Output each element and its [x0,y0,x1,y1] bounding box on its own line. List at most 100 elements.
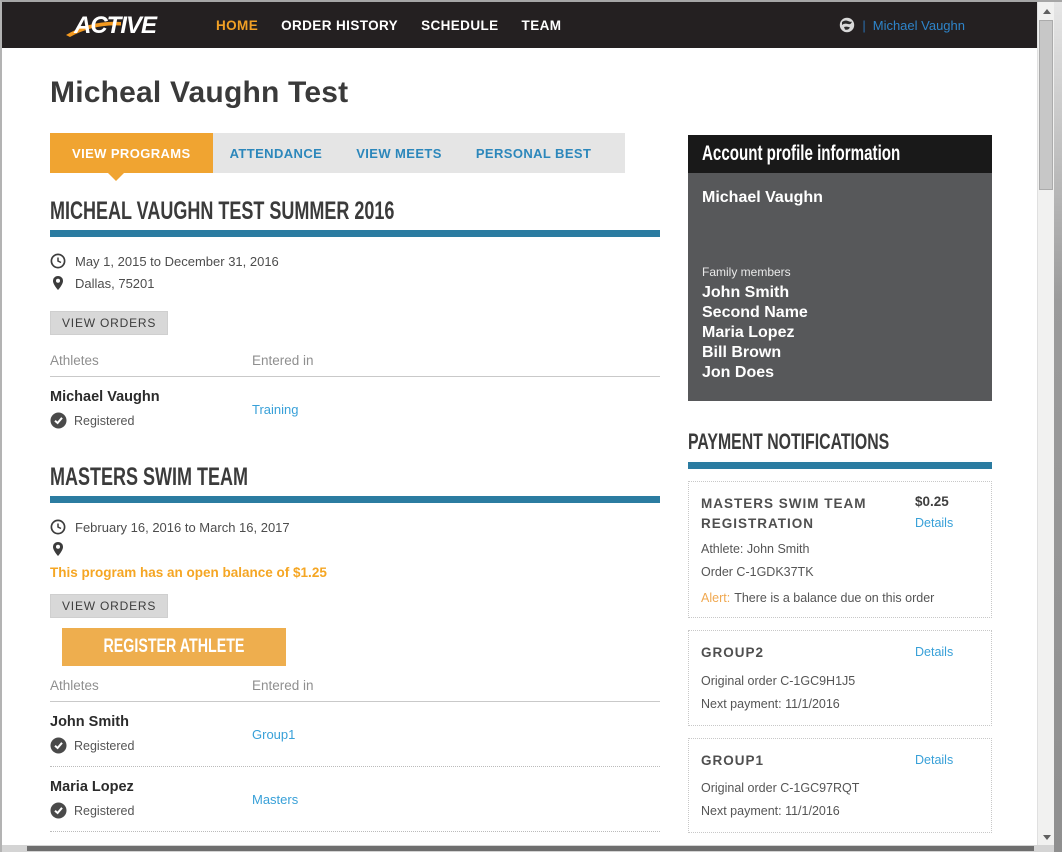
window-right-border [1054,2,1062,852]
payment-card: MASTERS SWIM TEAM REGISTRATION $0.25 Det… [688,481,992,618]
nav-user-area: | Michael Vaughn [839,2,965,48]
athlete-name: John Smith [50,714,252,730]
nav-item-home[interactable]: HOME [216,18,258,33]
payment-card-line: Next payment: 11/1/2016 [701,803,979,820]
nav-item-team[interactable]: TEAM [522,18,562,33]
program-2-divider [50,496,660,503]
program-2-heading: MASTERS SWIM TEAM [50,463,660,492]
active-logo[interactable]: ACTIVE [65,9,190,41]
athlete-status: Registered [74,414,134,428]
payment-card-line: Original order C-1GC97RQT [701,780,979,797]
triangle-up-icon [1043,9,1051,14]
alert-label: Alert: [701,591,730,605]
nav-user-name[interactable]: Michael Vaughn [873,18,965,33]
payment-notifications-heading: PAYMENT NOTIFICATIONS [688,429,992,455]
family-members-label: Family members [702,265,978,279]
scroll-down-button[interactable] [1038,829,1055,846]
program-1-meta: May 1, 2015 to December 31, 2016 Dallas,… [50,251,660,293]
program-2-dates: February 16, 2016 to March 16, 2017 [75,520,290,535]
register-athlete-button[interactable]: REGISTER ATHLETE [62,628,286,666]
program-1-heading: MICHEAL VAUGHN TEST SUMMER 2016 [50,197,660,226]
tab-view-meets[interactable]: VIEW MEETS [339,133,459,173]
page-title: Micheal Vaughn Test [50,76,660,110]
register-athlete-label: REGISTER ATHLETE [103,636,244,658]
clock-icon [50,253,66,269]
program-2-meta: February 16, 2016 to March 16, 2017 [50,517,660,559]
check-circle-icon [50,737,67,754]
athletes-header: Athletes [50,678,252,693]
location-pin-icon [50,275,66,291]
view-orders-button-1[interactable]: VIEW ORDERS [50,311,168,335]
entered-in-link[interactable]: Masters [252,792,298,807]
open-balance-message: This program has an open balance of $1.2… [50,565,660,580]
account-profile-title: Account profile information [702,142,900,166]
browser-window: ACTIVE HOME ORDER HISTORY SCHEDULE TEAM … [0,0,1062,852]
tab-bar: VIEW PROGRAMS ATTENDANCE VIEW MEETS PERS… [50,133,625,173]
check-circle-icon [50,412,67,429]
program-1-athletes-table: Athletes Entered in Michael Vaughn Regis… [50,353,660,441]
tab-personal-best[interactable]: PERSONAL BEST [459,133,608,173]
scroll-up-button[interactable] [1038,3,1055,20]
account-owner-name: Michael Vaughn [702,189,978,207]
program-1-divider [50,230,660,237]
alert-text: There is a balance due on this order [734,591,934,605]
vertical-scrollbar[interactable] [1037,2,1054,852]
nav-user-separator: | [862,18,865,33]
entered-in-header: Entered in [252,353,660,368]
program-2-name: MASTERS SWIM TEAM [50,463,248,492]
details-link[interactable]: Details [915,516,953,530]
clock-icon [50,519,66,535]
window-bottom-border [2,845,1062,852]
payment-notifications-divider [688,462,992,469]
details-link[interactable]: Details [915,753,953,767]
account-profile-body: Michael Vaughn Family members John Smith… [688,173,992,401]
program-1-name: MICHEAL VAUGHN TEST SUMMER 2016 [50,197,394,226]
table-row: John Smith Registered Group1 [50,702,660,767]
nav-links: HOME ORDER HISTORY SCHEDULE TEAM [216,18,561,33]
details-link[interactable]: Details [915,645,953,659]
nav-item-order-history[interactable]: ORDER HISTORY [281,18,398,33]
table-row: Michael Vaughn Registered Training [50,377,660,441]
payment-amount: $0.25 [915,494,979,509]
check-circle-icon [50,802,67,819]
family-member: Second Name [702,303,978,323]
family-member: Maria Lopez [702,323,978,343]
globe-icon[interactable] [839,17,855,33]
location-pin-icon [50,541,66,557]
athlete-status: Registered [74,804,134,818]
payment-alert: Alert: There is a balance due on this ord… [701,591,979,605]
tab-attendance[interactable]: ATTENDANCE [213,133,340,173]
top-nav: ACTIVE HOME ORDER HISTORY SCHEDULE TEAM … [2,2,1037,48]
entered-in-link[interactable]: Training [252,402,298,417]
family-members-list: John Smith Second Name Maria Lopez Bill … [702,283,978,383]
payment-card-title: GROUP1 [701,751,891,771]
brand-text: ACTIVE [73,12,158,39]
program-2-athletes-table: Athletes Entered in John Smith Registere… [50,678,660,852]
nav-item-schedule[interactable]: SCHEDULE [421,18,498,33]
athlete-status: Registered [74,739,134,753]
payment-card: GROUP2 Details Original order C-1GC9H1J5… [688,630,992,726]
payment-card-title: GROUP2 [701,643,891,663]
entered-in-link[interactable]: Group1 [252,727,295,742]
payment-card-line: Original order C-1GC9H1J5 [701,673,979,690]
payment-notifications-title: PAYMENT NOTIFICATIONS [688,429,889,455]
table-row: Maria Lopez Registered Masters [50,767,660,832]
sidebar: Account profile information Michael Vaug… [688,135,992,852]
program-1-dates: May 1, 2015 to December 31, 2016 [75,254,279,269]
family-member: John Smith [702,283,978,303]
payment-card-title: MASTERS SWIM TEAM REGISTRATION [701,494,891,533]
athlete-name: Maria Lopez [50,779,252,795]
triangle-down-icon [1043,835,1051,840]
account-profile-header: Account profile information [688,135,992,173]
payment-card: GROUP1 Details Original order C-1GC97RQT… [688,738,992,834]
program-1-location: Dallas, 75201 [75,276,155,291]
athletes-header: Athletes [50,353,252,368]
payment-card-line: Next payment: 11/1/2016 [701,696,979,713]
scrollbar-thumb[interactable] [1039,20,1053,190]
view-orders-button-2[interactable]: VIEW ORDERS [50,594,168,618]
family-member: Bill Brown [702,343,978,363]
athlete-name: Michael Vaughn [50,389,252,405]
tab-view-programs[interactable]: VIEW PROGRAMS [50,133,213,173]
payment-card-line: Athlete: John Smith [701,541,979,558]
main-content: Micheal Vaughn Test VIEW PROGRAMS ATTEND… [50,48,660,852]
